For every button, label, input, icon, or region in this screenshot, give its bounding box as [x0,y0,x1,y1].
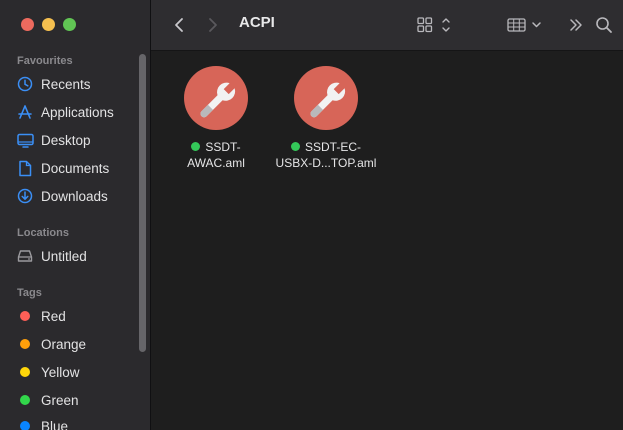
sidebar-item-recents[interactable]: Recents [15,72,141,96]
wrench-file-icon [294,66,358,130]
back-button[interactable] [169,15,189,35]
search-icon [596,17,612,33]
group-by-button[interactable] [505,14,545,36]
green-tag-dot-icon [20,395,30,405]
red-tag-dot-icon [20,311,30,321]
sidebar-item-applications[interactable]: Applications [15,100,141,124]
forward-button[interactable] [203,15,223,35]
file-name-line2: AWAC.aml [187,156,245,170]
view-mode-button[interactable] [415,14,453,36]
orange-tag-dot-icon [20,339,30,349]
blue-tag-dot-icon [20,421,30,430]
wrench-file-icon [184,66,248,130]
download-icon [15,186,35,206]
sidebar-item-label: Untitled [41,248,87,264]
search-button[interactable] [593,14,615,36]
desktop-icon [15,130,35,150]
sidebar-item-label: Orange [41,336,87,352]
sidebar-item-label: Blue [41,418,69,430]
sidebar: Favourites Recents Applications Desktop … [0,0,151,430]
sidebar-item-desktop[interactable]: Desktop [15,128,141,152]
sidebar-item-untitled[interactable]: Untitled [15,244,141,268]
file-name-line2: USBX-D...TOP.aml [275,156,377,170]
sidebar-scrollbar[interactable] [139,54,146,352]
locations-section-title: Locations [17,227,69,239]
yellow-tag-dot-icon [20,367,30,377]
file-label: SSDT-EC- USBX-D...TOP.aml [276,139,377,171]
sidebar-item-label: Documents [41,160,110,176]
file-name-line1: SSDT- [205,140,241,154]
sidebar-item-label: Applications [41,104,114,120]
sidebar-item-label: Downloads [41,188,108,204]
disk-icon [15,246,35,266]
status-dot-icon [191,142,201,151]
document-icon [15,158,35,178]
sidebar-tag-red[interactable]: Red [15,304,141,328]
sidebar-item-label: Red [41,308,66,324]
more-toolbar-items-button[interactable] [565,14,587,36]
window-controls [21,18,76,31]
sidebar-item-label: Recents [41,76,91,92]
file-label: SSDT- AWAC.aml [187,139,245,171]
sidebar-item-downloads[interactable]: Downloads [15,184,141,208]
sidebar-tag-blue[interactable]: Blue [15,414,141,430]
file-name-line1: SSDT-EC- [304,140,361,154]
minimize-window-button[interactable] [42,18,55,31]
sidebar-item-label: Desktop [41,132,91,148]
group-grid-icon [507,18,541,32]
file-item[interactable]: SSDT-EC- USBX-D...TOP.aml [271,65,381,171]
file-browser: SSDT- AWAC.aml SSDT-EC- USBX-D...TOP.aml [151,51,623,430]
maximize-window-button[interactable] [63,18,76,31]
applications-icon [15,102,35,122]
sidebar-tag-orange[interactable]: Orange [15,332,141,356]
sidebar-item-label: Yellow [41,364,80,380]
window-title: ACPI [239,14,275,31]
finder-window: Favourites Recents Applications Desktop … [0,0,623,430]
favourites-section-title: Favourites [17,55,73,67]
icon-view-grid-icon [417,17,450,33]
tags-section-title: Tags [17,287,42,299]
clock-icon [15,74,35,94]
chevron-left-icon [175,18,183,32]
chevron-right-icon [209,18,217,32]
sidebar-item-documents[interactable]: Documents [15,156,141,180]
sidebar-item-label: Green [41,392,79,408]
file-item[interactable]: SSDT- AWAC.aml [161,65,271,171]
sidebar-tag-yellow[interactable]: Yellow [15,360,141,384]
sidebar-tag-green[interactable]: Green [15,388,141,412]
close-window-button[interactable] [21,18,34,31]
toolbar: ACPI [151,0,623,51]
status-dot-icon [290,142,300,151]
double-chevron-right-icon [570,19,582,31]
